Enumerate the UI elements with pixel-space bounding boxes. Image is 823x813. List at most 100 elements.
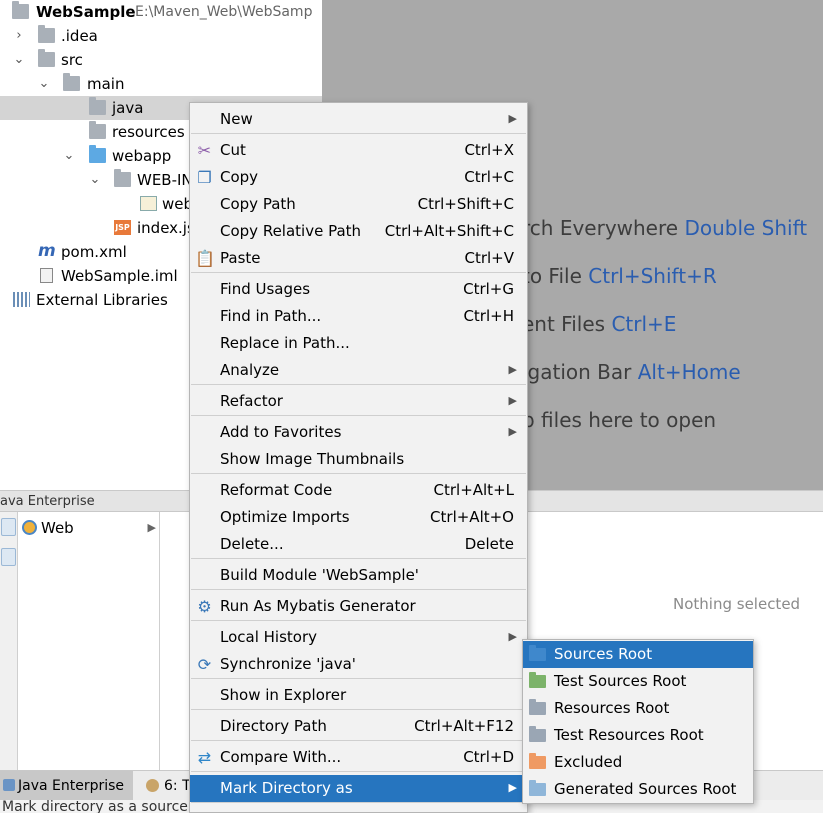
facet-list: Web ▶ [18,512,160,770]
menu-item-label: Copy Path [220,195,296,213]
menu-item-delete[interactable]: Delete... Delete [190,531,527,558]
menu-item-label: Mark Directory as [220,779,353,797]
jsp-file-icon: JSP [114,220,131,235]
chevron-right-icon[interactable]: ▶ [148,518,156,538]
menu-item-shortcut: Ctrl+D [463,748,514,766]
menu-separator [191,620,526,621]
tab-todo[interactable]: 6: T [143,771,193,801]
menu-item-mark-directory-as[interactable]: Mark Directory as ▶ [190,775,527,802]
menu-item-synchronize[interactable]: ⟳ Synchronize 'java' [190,651,527,678]
module-file-icon [40,268,53,283]
submenu-item-test-resources-root[interactable]: Test Resources Root [523,722,753,749]
chevron-down-icon[interactable]: ⌄ [88,170,102,190]
submenu-item-sources-root[interactable]: Sources Root [523,641,753,668]
submenu-item-label: Test Sources Root [554,672,687,690]
tab-java-enterprise[interactable]: Java Enterprise [0,771,133,801]
tree-label: java [112,99,144,117]
menu-item-show-in-explorer[interactable]: Show in Explorer [190,682,527,709]
submenu-item-generated-sources-root[interactable]: Generated Sources Root [523,776,753,803]
tree-label: .idea [61,27,98,45]
menu-item-copy-path[interactable]: Copy Path Ctrl+Shift+C [190,191,527,218]
menu-item-label: Find Usages [220,280,311,298]
menu-item-label: Analyze [220,361,280,379]
menu-item-build-module[interactable]: Build Module 'WebSample' [190,562,527,589]
menu-item-label: Refactor [220,392,283,410]
project-path: E:\Maven_Web\WebSamp [135,4,313,20]
menu-item-new[interactable]: New ▶ [190,106,527,133]
menu-item-di[interactable]: Di ▶ [190,806,527,812]
tree-label: main [87,75,125,93]
tree-label: WebSample.iml [61,267,178,285]
menu-item-label: Delete... [220,535,284,553]
menu-item-label: Show in Explorer [220,686,347,704]
tab-label: 6: T [164,778,191,794]
menu-item-copy-relative-path[interactable]: Copy Relative Path Ctrl+Alt+Shift+C [190,218,527,245]
menu-item-show-image-thumbnails[interactable]: Show Image Thumbnails [190,446,527,473]
copy-icon: ❐ [197,168,212,187]
hint-drop-files: p files here to open [522,408,717,432]
menu-item-label: Replace in Path... [220,334,350,352]
menu-separator [191,771,526,772]
tab-label: Java Enterprise [18,778,125,794]
folder-icon [38,25,55,43]
menu-item-shortcut: Ctrl+Alt+O [430,508,514,526]
library-icon [13,292,30,307]
tree-row-project[interactable]: WebSample E:\Maven_Web\WebSamp [0,0,322,24]
menu-item-paste[interactable]: 📋 Paste Ctrl+V [190,245,527,272]
submenu-item-test-sources-root[interactable]: Test Sources Root [523,668,753,695]
chevron-right-icon[interactable]: › [12,26,26,46]
list-icon[interactable] [1,548,16,566]
menu-separator [191,133,526,134]
chevron-down-icon[interactable]: ⌄ [62,146,76,166]
menu-item-reformat-code[interactable]: Reformat Code Ctrl+Alt+L [190,477,527,504]
menu-item-label: Directory Path [220,717,327,735]
hint-navigation-bar: igation Bar Alt+Home [522,360,741,384]
submenu-arrow-icon: ▶ [508,363,517,376]
menu-item-analyze[interactable]: Analyze ▶ [190,357,527,384]
menu-item-local-history[interactable]: Local History ▶ [190,624,527,651]
menu-separator [191,678,526,679]
tree-row-idea[interactable]: › .idea [0,24,322,48]
menu-item-replace-in-path[interactable]: Replace in Path... [190,330,527,357]
submenu-item-excluded[interactable]: Excluded [523,749,753,776]
menu-item-optimize-imports[interactable]: Optimize Imports Ctrl+Alt+O [190,504,527,531]
hint-recent-files: ent Files Ctrl+E [522,312,677,336]
facet-label: Web [41,519,74,537]
chevron-down-icon[interactable]: ⌄ [12,50,26,70]
menu-item-find-in-path[interactable]: Find in Path... Ctrl+H [190,303,527,330]
test-sources-root-folder-icon [529,672,546,688]
tool-window-strip [0,512,18,770]
tree-row-main[interactable]: ⌄ main [0,72,322,96]
paste-icon: 📋 [195,249,215,268]
menu-item-compare-with[interactable]: ⇄ Compare With... Ctrl+D [190,744,527,771]
menu-item-copy[interactable]: ❐ Copy Ctrl+C [190,164,527,191]
submenu-item-resources-root[interactable]: Resources Root [523,695,753,722]
tree-row-src[interactable]: ⌄ src [0,48,322,72]
tree-label: WEB-IN [137,171,193,189]
menu-item-label: Optimize Imports [220,508,350,526]
menu-item-cut[interactable]: ✂ Cut Ctrl+X [190,137,527,164]
excluded-folder-icon [529,753,546,769]
menu-item-run-as-mybatis-generator[interactable]: ⚙ Run As Mybatis Generator [190,593,527,620]
maven-icon: m [38,241,56,261]
source-folder-icon [89,97,106,115]
project-name: WebSample [36,3,136,21]
toggle-icon[interactable] [1,518,16,536]
submenu-arrow-icon: ▶ [508,394,517,407]
todo-icon [146,779,159,792]
menu-item-label: Compare With... [220,748,342,766]
submenu-arrow-icon: ▶ [508,112,517,125]
menu-item-refactor[interactable]: Refactor ▶ [190,388,527,415]
menu-item-shortcut: Delete [464,535,514,553]
web-facet-icon [22,520,37,535]
chevron-down-icon[interactable]: ⌄ [37,74,51,94]
submenu-item-label: Generated Sources Root [554,780,737,798]
menu-item-find-usages[interactable]: Find Usages Ctrl+G [190,276,527,303]
sources-root-folder-icon [529,645,546,661]
folder-icon [89,121,106,139]
menu-separator [191,272,526,273]
menu-item-add-to-favorites[interactable]: Add to Favorites ▶ [190,419,527,446]
folder-icon [63,73,80,91]
facet-item-web[interactable]: Web ▶ [22,518,158,538]
menu-item-directory-path[interactable]: Directory Path Ctrl+Alt+F12 [190,713,527,740]
